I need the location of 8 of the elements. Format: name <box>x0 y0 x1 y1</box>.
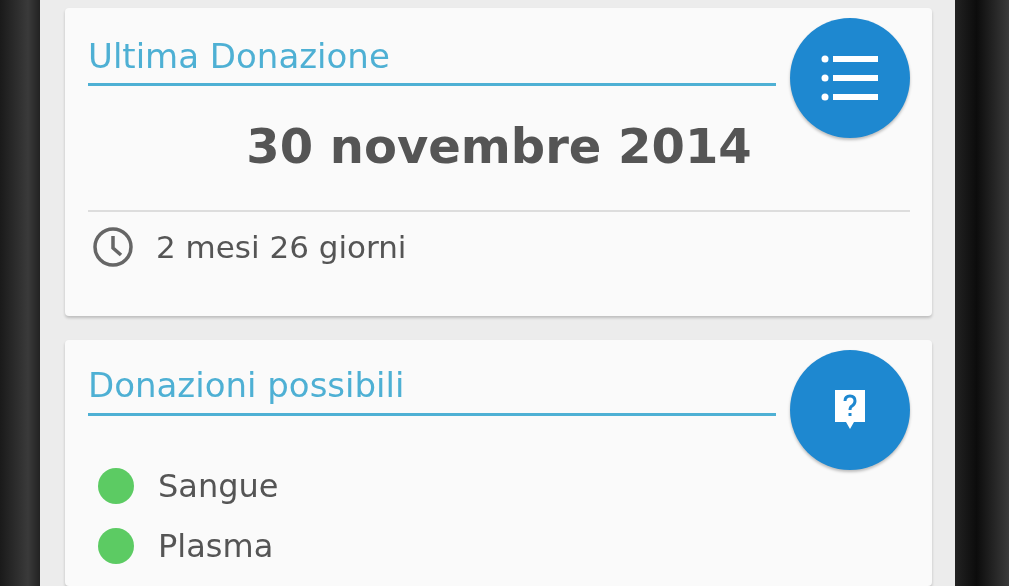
elapsed-time: 2 mesi 26 giorni <box>156 229 407 265</box>
card-title: Ultima Donazione <box>88 8 776 86</box>
clock-icon <box>92 226 134 268</box>
card-title: Donazioni possibili <box>88 340 776 416</box>
donation-type: Sangue <box>158 466 279 507</box>
list-icon <box>820 53 880 103</box>
donation-date: 30 novembre 2014 <box>245 117 753 176</box>
donation-type: Plasma <box>158 526 274 567</box>
